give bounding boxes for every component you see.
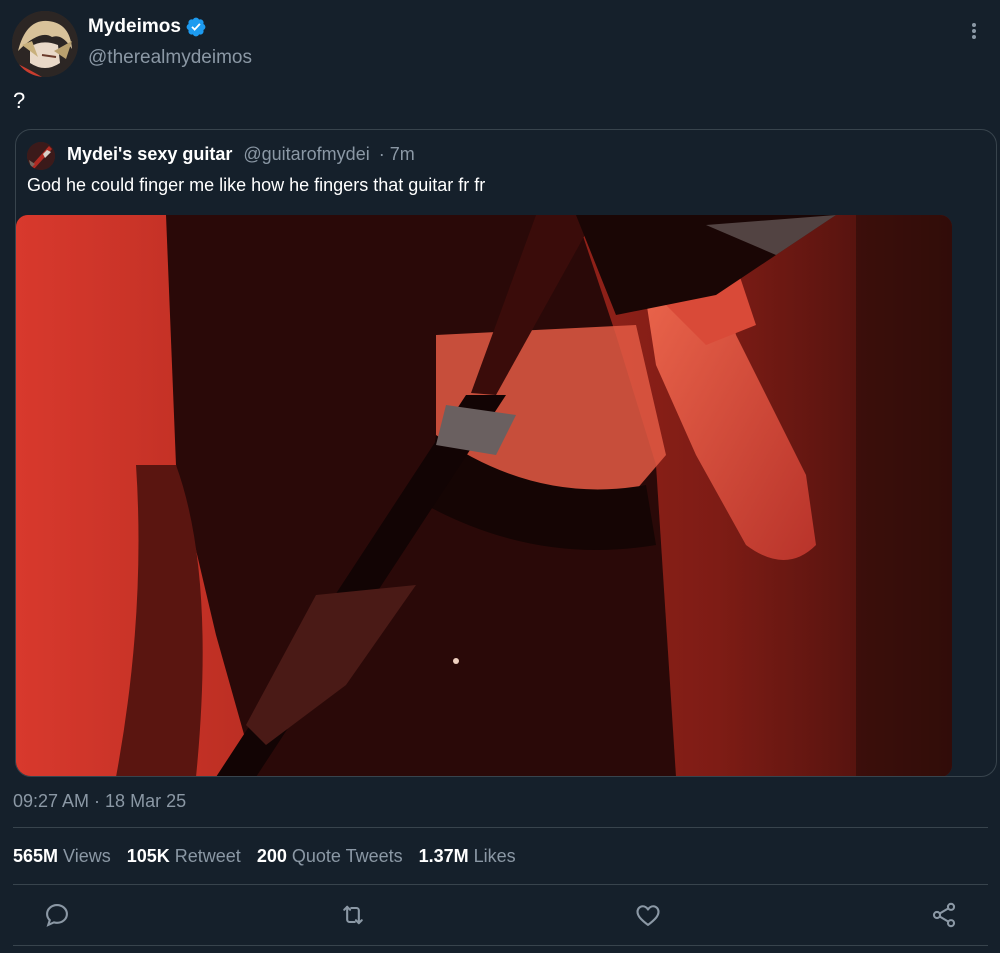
- quoted-media-image[interactable]: [16, 215, 952, 776]
- quoted-text: God he could finger me like how he finge…: [27, 175, 486, 195]
- verified-badge-icon: [186, 17, 206, 37]
- quoted-author-avatar[interactable]: [27, 142, 55, 170]
- like-icon[interactable]: [634, 901, 662, 929]
- author-avatar[interactable]: [12, 11, 78, 77]
- divider: [13, 884, 988, 885]
- divider: [13, 945, 988, 946]
- more-options-icon[interactable]: [964, 20, 984, 42]
- stat-retweets[interactable]: 105K Retweet: [127, 846, 241, 867]
- author-display-name[interactable]: Mydeimos: [88, 16, 181, 38]
- tweet-stats: 565M Views 105K Retweet 200 Quote Tweets 1.…: [13, 846, 516, 867]
- divider: [13, 827, 988, 828]
- quoted-handle[interactable]: @guitarofmydei: [243, 144, 369, 164]
- stat-likes[interactable]: 1.37M Likes: [419, 846, 516, 867]
- tweet-text: ?: [13, 88, 26, 113]
- reply-icon[interactable]: [43, 901, 71, 929]
- quoted-display-name[interactable]: Mydei's sexy guitar: [67, 144, 232, 164]
- author-handle[interactable]: @therealmydeimos: [88, 47, 252, 69]
- retweet-icon[interactable]: [339, 901, 367, 929]
- quoted-tweet[interactable]: Mydei's sexy guitar @guitarofmydei · 7m …: [15, 129, 997, 777]
- quoted-age: · 7m: [378, 144, 415, 164]
- share-icon[interactable]: [930, 901, 958, 929]
- stat-quote-tweets[interactable]: 200 Quote Tweets: [257, 846, 403, 867]
- tweet-timestamp[interactable]: 09:27 AM · 18 Mar 25: [13, 791, 186, 812]
- stat-views[interactable]: 565M Views: [13, 846, 111, 867]
